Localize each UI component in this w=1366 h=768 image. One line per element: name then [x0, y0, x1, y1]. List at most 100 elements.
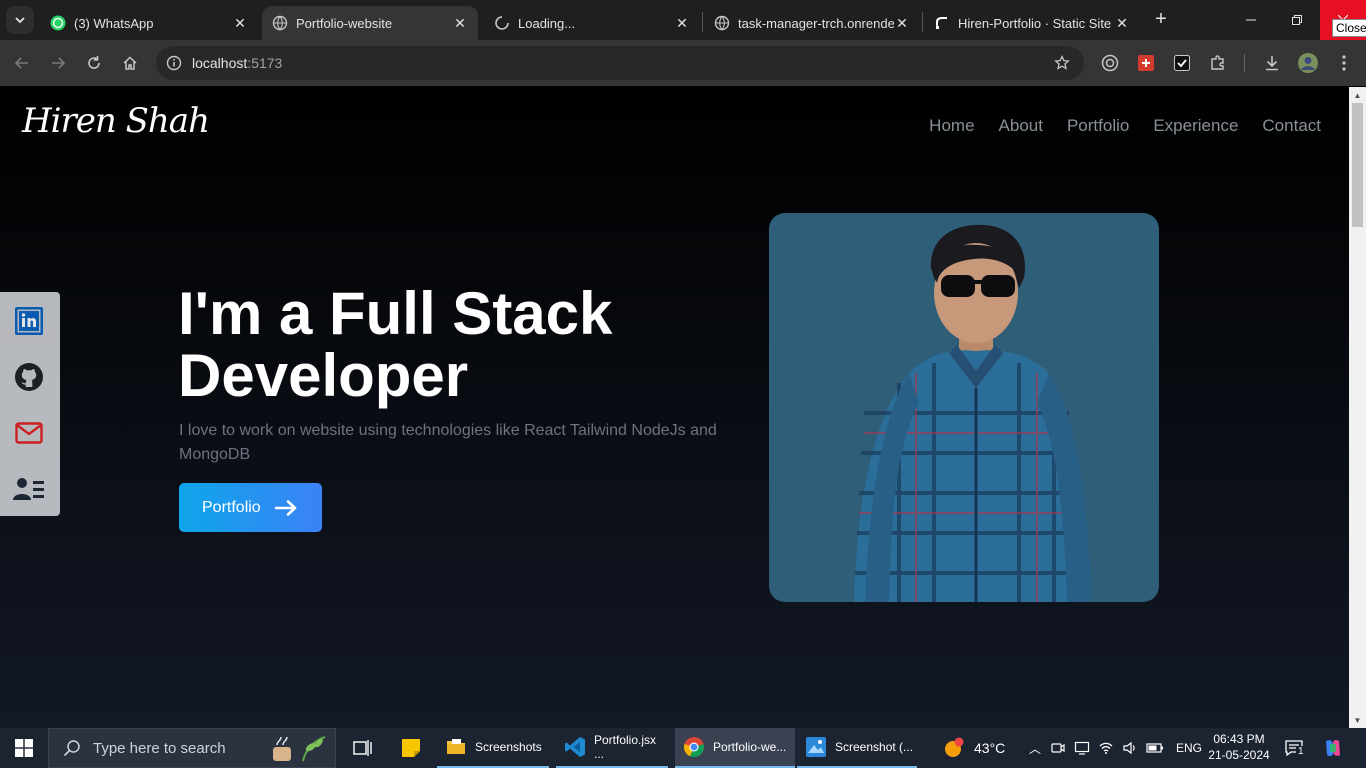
extension-red-button[interactable]	[1134, 51, 1158, 75]
taskbar-app-label: Screenshots	[475, 740, 542, 754]
tab-close-icon[interactable]: ✕	[1114, 15, 1130, 31]
reload-button[interactable]	[82, 51, 106, 75]
extension-target-button[interactable]	[1098, 51, 1122, 75]
close-tooltip: Close	[1332, 19, 1366, 37]
tab-title: Hiren-Portfolio · Static Site	[958, 15, 1112, 31]
copilot-button[interactable]	[1322, 728, 1344, 768]
site-info-icon[interactable]	[166, 55, 182, 71]
tab-title: Portfolio-website	[296, 15, 393, 31]
portfolio-button[interactable]: Portfolio	[179, 483, 322, 532]
nav-home[interactable]: Home	[929, 116, 974, 136]
browser-toolbar: localhost:5173	[0, 40, 1366, 86]
taskbar-app-screenshots-folder[interactable]: Screenshots	[437, 728, 549, 768]
globe-icon	[714, 15, 730, 31]
tab-hiren-portfolio[interactable]: Hiren-Portfolio · Static Site ✕	[924, 6, 1140, 40]
site-logo[interactable]: Hiren Shah	[22, 101, 210, 141]
forward-button[interactable]	[46, 51, 70, 75]
minimize-button[interactable]	[1228, 0, 1274, 40]
minimize-icon	[1246, 19, 1256, 21]
wifi-icon[interactable]	[1098, 740, 1114, 756]
tab-title: (3) WhatsApp	[74, 15, 154, 31]
nav-about[interactable]: About	[999, 116, 1043, 136]
email-link[interactable]	[12, 416, 46, 450]
tea-leaf-icon	[273, 736, 326, 762]
nav-contact[interactable]: Contact	[1262, 116, 1321, 136]
site-nav: Home About Portfolio Experience Contact	[929, 116, 1321, 136]
nav-experience[interactable]: Experience	[1153, 116, 1238, 136]
copilot-icon	[1326, 739, 1340, 757]
social-sidebar	[0, 292, 60, 516]
vscode-icon	[565, 737, 585, 757]
target-icon	[1101, 54, 1119, 72]
taskbar-app-vscode[interactable]: Portfolio.jsx ...	[556, 728, 668, 768]
clock-time: 06:43 PM	[1213, 732, 1265, 746]
restore-icon	[1292, 15, 1302, 25]
nav-portfolio[interactable]: Portfolio	[1067, 116, 1129, 136]
meet-now-icon[interactable]	[1050, 740, 1066, 756]
scroll-up-arrow[interactable]: ▲	[1349, 87, 1366, 103]
start-button[interactable]	[0, 728, 48, 768]
language-indicator[interactable]: ENG	[1176, 741, 1202, 755]
photos-icon	[806, 737, 826, 757]
downloads-button[interactable]	[1260, 51, 1284, 75]
show-hidden-icons-chevron-icon[interactable]: ︿	[1026, 740, 1044, 757]
volume-icon[interactable]	[1122, 740, 1138, 756]
tab-close-icon[interactable]: ✕	[894, 15, 910, 31]
folder-icon	[447, 739, 465, 754]
weather-widget[interactable]: 43°C	[942, 728, 1005, 768]
tab-loading[interactable]: Loading... ✕	[484, 6, 700, 40]
taskbar-clock[interactable]: 06:43 PM 21-05-2024	[1204, 731, 1274, 763]
notifications-button[interactable]: 1	[1284, 728, 1306, 768]
loading-spinner-icon	[495, 16, 509, 30]
tab-search-button[interactable]	[6, 6, 34, 34]
github-link[interactable]	[12, 360, 46, 394]
resume-icon	[13, 478, 44, 500]
checkbox-icon	[1174, 55, 1190, 71]
taskbar-app-label: Portfolio.jsx ...	[594, 733, 657, 761]
url-port: :5173	[247, 55, 283, 71]
extension-check-button[interactable]	[1170, 51, 1194, 75]
hero-subtitle: I love to work on website using technolo…	[179, 422, 717, 463]
extensions-button[interactable]	[1206, 51, 1230, 75]
weather-temperature: 43°C	[974, 740, 1006, 756]
windows-taskbar: Type here to search Screenshots Portfoli…	[0, 728, 1366, 768]
tab-portfolio-website[interactable]: Portfolio-website ✕	[262, 6, 478, 40]
tab-whatsapp[interactable]: (3) WhatsApp ✕	[40, 6, 258, 40]
restore-button[interactable]	[1274, 0, 1320, 40]
sticky-notes-icon	[402, 739, 420, 757]
tab-title: task-manager-trch.onrender	[738, 15, 894, 31]
back-button[interactable]	[10, 51, 34, 75]
battery-icon[interactable]	[1146, 740, 1164, 756]
linkedin-link[interactable]	[12, 304, 46, 338]
chevron-down-icon	[15, 17, 25, 24]
tab-strip: (3) WhatsApp ✕ Portfolio-website ✕ Loadi…	[0, 0, 1366, 40]
sticky-notes-app[interactable]	[392, 728, 426, 768]
scroll-down-arrow[interactable]: ▼	[1349, 712, 1366, 728]
profile-button[interactable]	[1296, 51, 1320, 75]
system-tray: ︿ ENG	[1026, 728, 1202, 768]
bookmark-star-icon[interactable]	[1054, 55, 1070, 71]
page-scrollbar[interactable]: ▲ ▼	[1349, 87, 1366, 728]
taskbar-app-label: Screenshot (...	[835, 740, 914, 754]
tab-close-icon[interactable]: ✕	[452, 15, 468, 31]
address-bar[interactable]: localhost:5173	[156, 46, 1084, 80]
display-settings-icon[interactable]	[1074, 740, 1090, 756]
taskbar-search-box[interactable]: Type here to search	[48, 728, 336, 768]
toolbar-divider	[1244, 54, 1245, 72]
browser-menu-button[interactable]	[1332, 51, 1356, 75]
profile-photo	[769, 213, 1159, 602]
arrow-right-icon	[52, 57, 66, 69]
scrollbar-thumb[interactable]	[1352, 103, 1363, 227]
tab-close-icon[interactable]: ✕	[232, 15, 248, 31]
resume-link[interactable]	[12, 472, 46, 506]
taskbar-app-chrome[interactable]: Portfolio-we...	[675, 728, 795, 768]
home-button[interactable]	[118, 51, 142, 75]
new-tab-button[interactable]: +	[1150, 8, 1172, 30]
task-view-button[interactable]	[344, 728, 378, 768]
arrow-left-icon	[14, 57, 28, 69]
tab-task-manager[interactable]: task-manager-trch.onrender ✕	[704, 6, 920, 40]
tab-close-icon[interactable]: ✕	[674, 15, 690, 31]
taskbar-app-photos[interactable]: Screenshot (...	[797, 728, 917, 768]
search-placeholder: Type here to search	[93, 739, 226, 757]
notification-count: 1	[1296, 746, 1306, 757]
